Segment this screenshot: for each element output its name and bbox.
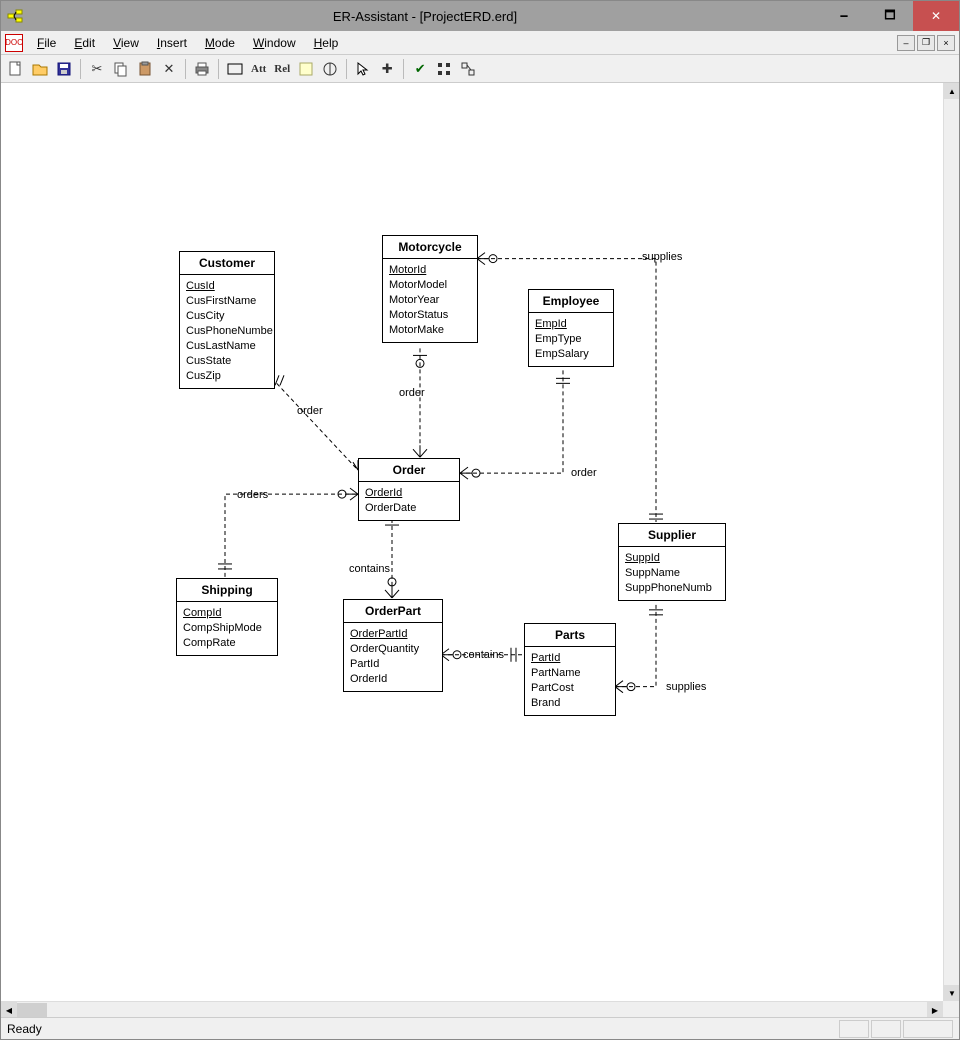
- attribute-tool-button[interactable]: Att: [248, 58, 269, 80]
- entity-body: EmpId EmpType EmpSalary: [529, 313, 613, 366]
- entity-body: PartId PartName PartCost Brand: [525, 647, 615, 715]
- new-button[interactable]: [5, 58, 27, 80]
- paste-button[interactable]: [134, 58, 156, 80]
- mdi-close-button[interactable]: ×: [937, 35, 955, 51]
- statusbar: Ready: [1, 1017, 959, 1039]
- open-button[interactable]: [29, 58, 51, 80]
- cut-button[interactable]: ✂: [86, 58, 108, 80]
- scroll-up-button[interactable]: ▲: [944, 83, 959, 99]
- rel-label-shipping-order: orders: [237, 489, 268, 501]
- entity-body: OrderId OrderDate: [359, 482, 459, 520]
- entity-title: Supplier: [619, 524, 725, 547]
- entity-body: MotorId MotorModel MotorYear MotorStatus…: [383, 259, 477, 342]
- horizontal-scrollbar[interactable]: ◀ ▶: [1, 1001, 943, 1017]
- entity-title: Shipping: [177, 579, 277, 602]
- window-title: ER-Assistant - [ProjectERD.erd]: [29, 9, 821, 24]
- entity-title: Parts: [525, 624, 615, 647]
- rel-label-order-orderpart: contains: [349, 563, 390, 575]
- rel-label-motorcycle-order: order: [399, 387, 425, 399]
- entity-parts[interactable]: Parts PartId PartName PartCost Brand: [524, 623, 616, 716]
- document-icon: DOC: [5, 34, 23, 52]
- entity-customer[interactable]: Customer CusId CusFirstName CusCity CusP…: [179, 251, 275, 389]
- entity-orderpart[interactable]: OrderPart OrderPartId OrderQuantity Part…: [343, 599, 443, 692]
- entity-title: Order: [359, 459, 459, 482]
- entity-body: CompId CompShipMode CompRate: [177, 602, 277, 655]
- entity-supplier[interactable]: Supplier SuppId SuppName SuppPhoneNumb: [618, 523, 726, 601]
- menu-insert[interactable]: Insert: [149, 34, 195, 52]
- menu-mode[interactable]: Mode: [197, 34, 243, 52]
- entity-tool-button[interactable]: [224, 58, 246, 80]
- mdi-restore-button[interactable]: ❐: [917, 35, 935, 51]
- app-window: ER-Assistant - [ProjectERD.erd] 🗕 🗖 ✕ DO…: [0, 0, 960, 1040]
- entity-employee[interactable]: Employee EmpId EmpType EmpSalary: [528, 289, 614, 367]
- scroll-left-button[interactable]: ◀: [1, 1002, 17, 1017]
- entity-body: OrderPartId OrderQuantity PartId OrderId: [344, 623, 442, 691]
- relationship-tool-button[interactable]: Rel: [271, 58, 293, 80]
- menu-view[interactable]: View: [105, 34, 147, 52]
- copy-button[interactable]: [110, 58, 132, 80]
- maximize-button[interactable]: 🗖: [867, 1, 913, 31]
- print-button[interactable]: [191, 58, 213, 80]
- rel-label-motorcycle-supplier: supplies: [642, 251, 682, 263]
- rel-label-employee-order: order: [571, 467, 597, 479]
- toolbar: ✂ ✕ Att Rel ✚ ✔: [1, 55, 959, 83]
- diagram-canvas[interactable]: Customer CusId CusFirstName CusCity CusP…: [1, 83, 943, 1001]
- entity-title: Motorcycle: [383, 236, 477, 259]
- menubar: DOC File Edit View Insert Mode Window He…: [1, 31, 959, 55]
- rel-label-parts-supplier: supplies: [666, 681, 706, 693]
- entity-motorcycle[interactable]: Motorcycle MotorId MotorModel MotorYear …: [382, 235, 478, 343]
- check-button[interactable]: ✔: [409, 58, 431, 80]
- status-text: Ready: [7, 1022, 837, 1036]
- scroll-thumb[interactable]: [17, 1003, 47, 1017]
- status-box-2: [871, 1020, 901, 1038]
- pointer-tool-button[interactable]: [352, 58, 374, 80]
- status-box-1: [839, 1020, 869, 1038]
- layout-tool-button[interactable]: [457, 58, 479, 80]
- entity-shipping[interactable]: Shipping CompId CompShipMode CompRate: [176, 578, 278, 656]
- status-box-3: [903, 1020, 953, 1038]
- minimize-button[interactable]: 🗕: [821, 1, 867, 31]
- entity-title: OrderPart: [344, 600, 442, 623]
- menu-file[interactable]: File: [29, 34, 64, 52]
- menu-edit[interactable]: Edit: [66, 34, 103, 52]
- entity-order[interactable]: Order OrderId OrderDate: [358, 458, 460, 521]
- scroll-down-button[interactable]: ▼: [944, 985, 959, 1001]
- entity-title: Customer: [180, 252, 274, 275]
- entity-body: CusId CusFirstName CusCity CusPhoneNumbe…: [180, 275, 274, 388]
- close-button[interactable]: ✕: [913, 1, 959, 31]
- app-icon: [7, 8, 23, 24]
- generalization-tool-button[interactable]: [319, 58, 341, 80]
- entity-body: SuppId SuppName SuppPhoneNumb: [619, 547, 725, 600]
- note-tool-button[interactable]: [295, 58, 317, 80]
- align-tool-button[interactable]: [433, 58, 455, 80]
- vertical-scrollbar[interactable]: ▲ ▼: [943, 83, 959, 1001]
- mdi-controls: – ❐ ×: [895, 35, 955, 51]
- scroll-right-button[interactable]: ▶: [927, 1002, 943, 1017]
- window-controls: 🗕 🗖 ✕: [821, 1, 959, 31]
- rel-label-customer-order: order: [297, 405, 323, 417]
- scroll-corner: [943, 1001, 959, 1017]
- mdi-minimize-button[interactable]: –: [897, 35, 915, 51]
- menu-window[interactable]: Window: [245, 34, 304, 52]
- titlebar[interactable]: ER-Assistant - [ProjectERD.erd] 🗕 🗖 ✕: [1, 1, 959, 31]
- content-area: Customer CusId CusFirstName CusCity CusP…: [1, 83, 959, 1017]
- save-button[interactable]: [53, 58, 75, 80]
- rel-label-orderpart-parts: contains: [463, 649, 504, 661]
- move-tool-button[interactable]: ✚: [376, 58, 398, 80]
- entity-title: Employee: [529, 290, 613, 313]
- delete-button[interactable]: ✕: [158, 58, 180, 80]
- menu-help[interactable]: Help: [306, 34, 347, 52]
